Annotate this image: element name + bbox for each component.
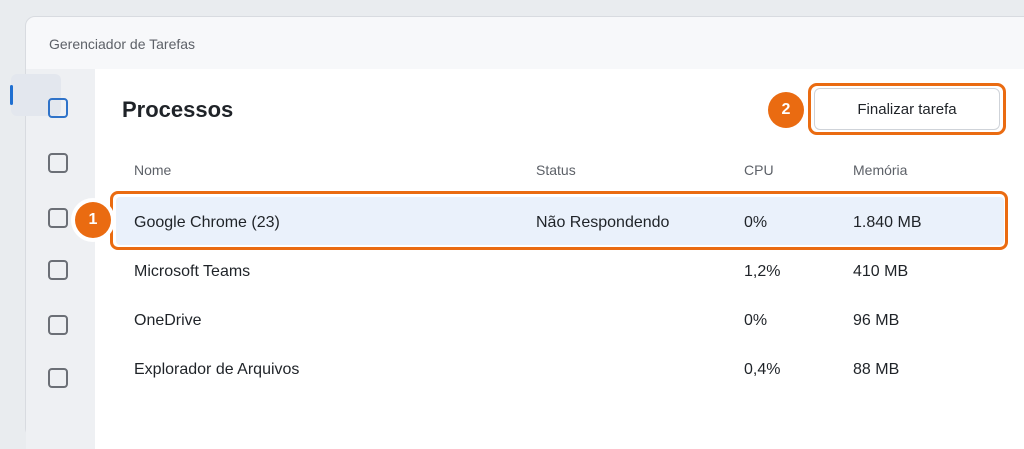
process-cpu: 1,2% [744,263,781,280]
process-cpu: 0% [744,312,768,329]
process-memory: 96 MB [853,312,900,329]
startup-icon[interactable] [48,260,68,280]
process-name[interactable]: Microsoft Teams [134,263,250,281]
window-title: Gerenciador de Tarefas [49,36,196,52]
process-memory: 1.840 MB [853,214,922,231]
process-name[interactable]: Explorador de Arquivos [134,361,299,379]
history-icon[interactable] [48,208,68,228]
process-name: Google Chrome (23) [134,214,280,231]
performance-icon[interactable] [48,153,68,173]
process-cpu: 0% [744,214,768,231]
column-header-name[interactable]: Nome [134,162,171,178]
users-icon[interactable] [48,315,68,335]
process-memory: 410 MB [853,263,909,280]
column-header-cpu[interactable]: CPU [744,162,774,178]
process-memory: 88 MB [853,361,900,378]
details-icon[interactable] [48,368,68,388]
step-badge-1: 1 [75,202,111,238]
step-badge-2: 2 [768,92,804,128]
process-name[interactable]: OneDrive [134,312,202,330]
column-header-memory[interactable]: Memória [853,162,907,178]
end-task-highlight [808,83,1006,135]
page-title: Processos [122,97,234,122]
process-cpu: 0,4% [744,361,781,378]
sidebar-active-indicator [10,85,13,105]
column-header-status[interactable]: Status [536,162,576,178]
sidebar [26,69,95,449]
process-status: Não Respondendo [536,214,670,231]
processes-icon[interactable] [48,98,68,118]
